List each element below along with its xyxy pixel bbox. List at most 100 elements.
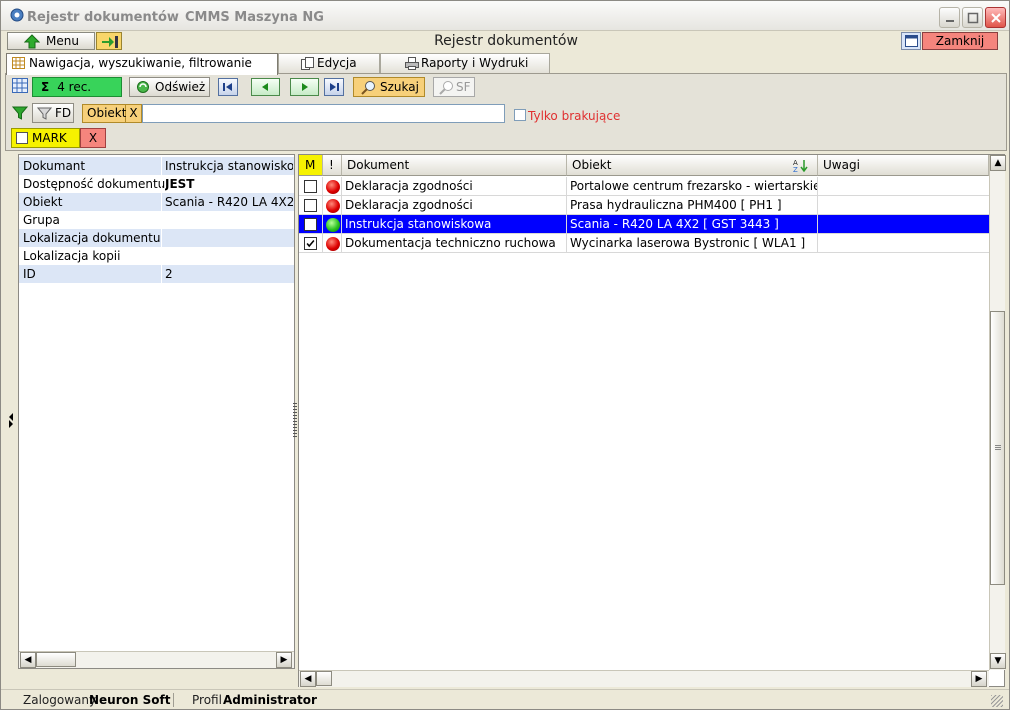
tab-nawigacja[interactable]: Nawigacja, wyszukiwanie, filtrowanie: [6, 53, 278, 75]
status-cell: [323, 196, 342, 215]
collapse-left-handle[interactable]: [7, 411, 15, 429]
next-icon: [302, 83, 308, 91]
fd-button[interactable]: FD: [32, 103, 74, 123]
magnifier-icon: [439, 81, 453, 95]
column-header-obiekt[interactable]: Obiekt AZ: [567, 155, 818, 176]
row-mark-checkbox[interactable]: [304, 199, 317, 212]
last-record-button[interactable]: [324, 78, 344, 96]
minimize-icon: [946, 20, 954, 22]
scroll-right-button[interactable]: ▶: [276, 652, 292, 668]
splitter-handle[interactable]: [293, 403, 297, 437]
mark-clear-button[interactable]: X: [80, 128, 106, 148]
dokument-cell: Instrukcja stanowiskowa: [342, 215, 567, 234]
column-header-uwagi[interactable]: Uwagi: [818, 155, 989, 176]
maximize-button[interactable]: [962, 7, 983, 28]
documents-grid: M ! Dokument Obiekt AZ Uwagi Deklaracja …: [298, 154, 1006, 687]
filter-icon[interactable]: [12, 105, 28, 121]
sf-button[interactable]: SF: [433, 77, 475, 97]
resize-grip-icon[interactable]: [991, 695, 1003, 707]
obiekt-cell: Scania - R420 LA 4X2 [ GST 3443 ]: [567, 215, 818, 234]
detail-divider: [161, 193, 162, 211]
detail-key: Dokumant: [23, 159, 86, 173]
scroll-thumb[interactable]: [316, 671, 332, 686]
logged-user: Neuron Soft: [89, 693, 171, 707]
grid-horizontal-scrollbar[interactable]: ◀ ▶: [299, 670, 989, 687]
prev-record-button[interactable]: [251, 78, 280, 96]
table-row[interactable]: Instrukcja stanowiskowa Scania - R420 LA …: [299, 215, 989, 234]
prev-icon: [262, 83, 268, 91]
detail-divider: [161, 211, 162, 229]
maximize-icon: [967, 12, 979, 24]
scroll-left-button[interactable]: ◀: [300, 671, 316, 687]
obiekt-cell: Portalowe centrum frezarsko - wiertarski…: [567, 177, 818, 196]
mark-cell[interactable]: [299, 234, 323, 253]
detail-row: Dostępność dokumentu JEST: [19, 175, 294, 193]
uwagi-cell: [818, 196, 989, 215]
tab-label: Nawigacja, wyszukiwanie, filtrowanie: [29, 56, 252, 70]
column-header-status[interactable]: !: [323, 155, 342, 176]
scroll-down-button[interactable]: ▼: [990, 653, 1006, 669]
next-record-button[interactable]: [290, 78, 319, 96]
search-button[interactable]: Szukaj: [353, 77, 425, 97]
grid-icon[interactable]: [12, 78, 28, 93]
details-panel: Dokumant Instrukcja stanowiskowa Dostępnoś…: [18, 154, 295, 669]
page-title: Rejestr dokumentów: [434, 33, 578, 49]
grid-vertical-scrollbar[interactable]: ▲ ▼: [989, 155, 1006, 670]
minimize-button[interactable]: [939, 7, 960, 28]
scroll-left-button[interactable]: ◀: [20, 652, 36, 668]
svg-text:Z: Z: [793, 166, 798, 173]
first-icon: [223, 83, 232, 91]
mark-cell[interactable]: [299, 196, 323, 215]
obiekt-header-label: Obiekt: [572, 158, 612, 172]
scroll-thumb[interactable]: [36, 652, 76, 667]
printer-icon: [405, 57, 419, 70]
table-icon: [12, 57, 25, 69]
table-row[interactable]: Deklaracja zgodności Prasa hydrauliczna P…: [299, 196, 989, 215]
status-dot-icon: [326, 199, 340, 213]
detail-key: Obiekt: [23, 195, 63, 209]
search-label: Szukaj: [380, 80, 419, 94]
only-missing-checkbox[interactable]: [514, 109, 526, 121]
detail-value: Instrukcja stanowiskowa: [165, 159, 293, 173]
detail-value: Scania - R420 LA 4X2 [ GST 3443 ]: [165, 195, 293, 209]
window-mode-button[interactable]: [901, 32, 921, 50]
detail-row: Grupa: [19, 211, 294, 229]
first-record-button[interactable]: [218, 78, 238, 96]
refresh-button[interactable]: Odśwież: [129, 77, 210, 97]
mark-cell[interactable]: [299, 177, 323, 196]
uwagi-cell: [818, 215, 989, 234]
mark-checkbox[interactable]: [16, 132, 28, 144]
details-horizontal-scrollbar[interactable]: ◀ ▶: [19, 651, 294, 668]
mark-cell[interactable]: [299, 215, 323, 234]
obiekt-filter-input[interactable]: [142, 104, 505, 123]
status-divider: [173, 693, 174, 707]
table-row[interactable]: Dokumentacja techniczno ruchowa Wycinarka…: [299, 234, 989, 253]
row-mark-checkbox[interactable]: [304, 218, 317, 231]
table-row[interactable]: Deklaracja zgodności Portalowe centrum fr…: [299, 177, 989, 196]
logged-label: Zalogowany: [23, 693, 97, 707]
obiekt-cell: Prasa hydrauliczna PHM400 [ PH1 ]: [567, 196, 818, 215]
obiekt-clear-button[interactable]: X: [126, 104, 142, 123]
status-bar: Zalogowany Neuron Soft Profil Administra…: [1, 689, 1009, 709]
last-icon: [330, 83, 339, 91]
close-window-button[interactable]: [985, 7, 1006, 28]
close-icon: [991, 13, 1001, 23]
detail-row: Lokalizacja dokumentu: [19, 229, 294, 247]
only-missing-label[interactable]: Tylko brakujące: [528, 109, 620, 123]
dokument-cell: Deklaracja zgodności: [342, 196, 567, 215]
scroll-up-button[interactable]: ▲: [990, 155, 1006, 171]
column-header-m[interactable]: M: [299, 155, 323, 176]
tab-raporty[interactable]: Raporty i Wydruki: [380, 53, 550, 73]
detail-key: Grupa: [23, 213, 60, 227]
detail-divider: [161, 229, 162, 247]
title-bar: Rejestr dokumentów CMMS Maszyna NG: [1, 1, 1009, 31]
tab-edycja[interactable]: Edycja: [278, 53, 380, 73]
tab-label: Raporty i Wydruki: [421, 56, 529, 70]
column-header-dokument[interactable]: Dokument: [342, 155, 567, 176]
detail-row: ID 2: [19, 265, 294, 283]
row-mark-checkbox[interactable]: [304, 180, 317, 193]
scroll-right-button[interactable]: ▶: [971, 671, 987, 687]
zamknij-button[interactable]: Zamknij: [922, 32, 998, 50]
obiekt-filter-label[interactable]: Obiekt: [82, 104, 126, 123]
scroll-thumb[interactable]: [990, 311, 1005, 585]
